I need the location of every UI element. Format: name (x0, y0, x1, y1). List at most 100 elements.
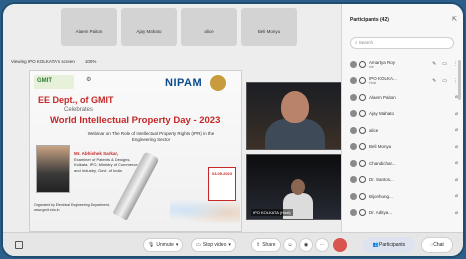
mic-muted-icon[interactable]: ⌀ (455, 144, 458, 150)
chat-label: Chat (433, 242, 444, 248)
participant-row[interactable]: Ajay Mahato ⌀ (350, 106, 460, 123)
row-icons: ⌀ (455, 160, 458, 166)
speaker-details: Examiner of Patents & Designs, Kolkata, … (74, 156, 138, 173)
stage-area: Alaem Paiton Ajay Mahato alice Beli Mony… (3, 4, 342, 256)
role-icon (359, 110, 366, 118)
participant-row[interactable]: Dr. Aditya... ⌀ (350, 205, 460, 222)
participant-name: Chandichar... (369, 160, 396, 166)
role-icon (359, 176, 366, 184)
row-icons: ⌀ (455, 127, 458, 133)
row-icons: ⌀ (455, 111, 458, 117)
participant-row[interactable]: Dr. Santos... ⌀ (350, 172, 460, 189)
camera-icon[interactable]: ▭ (442, 78, 447, 84)
unmute-button[interactable]: 🎙 Unmute ▾ (143, 238, 184, 252)
popout-icon[interactable]: ⇱ (452, 16, 457, 23)
viewing-bar: Viewing IPO KOLKATA's screen 100% (11, 59, 96, 64)
chevron-down-icon: ▾ (175, 242, 179, 248)
participant-row[interactable]: IPO KOLKA... Host ✎ ▭ ⋮ (350, 73, 460, 90)
chat-button[interactable]: ◌ Chat (421, 237, 453, 253)
mic-muted-icon[interactable]: ⌀ (455, 193, 458, 199)
search-placeholder: Search (358, 40, 374, 45)
avatar (350, 126, 357, 134)
role-icon (359, 159, 366, 167)
participant-name: Bijonhung... (369, 193, 393, 199)
mic-muted-icon[interactable]: ⌀ (455, 111, 458, 117)
more-icon: ⋯ (319, 242, 325, 248)
row-icons: ✎ ▭ ⋮ (432, 61, 458, 67)
role-icon (359, 93, 366, 101)
avatar (350, 209, 357, 217)
participant-name: Dr. Santos... (369, 177, 394, 183)
row-icons: ⌀ (455, 177, 458, 183)
mic-icon[interactable]: ✎ (432, 61, 436, 67)
role-icon (359, 143, 366, 151)
participant-row[interactable]: Chandichar... ⌀ (350, 155, 460, 172)
leave-button[interactable] (333, 238, 347, 252)
reactions-button[interactable]: ☺ (283, 238, 297, 252)
share-icon: ⇪ (256, 242, 261, 248)
share-button[interactable]: ⇪ Share (251, 238, 281, 252)
slide-event: World Intellectual Property Day - 2023 (50, 115, 221, 126)
speaker-photo (36, 145, 70, 193)
participant-row[interactable]: Amartya Roy me ✎ ▭ ⋮ (350, 56, 460, 73)
strip-tile[interactable]: Beli Monyu (241, 8, 297, 46)
stop-video-button[interactable]: ▭ Stop video ▾ (191, 238, 236, 252)
participant-name: Dr. Aditya... (369, 210, 393, 216)
nipam-logo: NIPAM (165, 77, 203, 89)
zoom-level[interactable]: 100% (85, 59, 97, 64)
participants-button[interactable]: 👥 Participants (363, 237, 415, 253)
mic-muted-icon[interactable]: ⌀ (455, 177, 458, 183)
more-icon[interactable]: ⋮ (453, 78, 458, 84)
layout-grid-icon[interactable] (15, 241, 23, 249)
row-icons: ⌀ (455, 94, 458, 100)
avatar (350, 143, 357, 151)
mic-muted-icon[interactable]: ⌀ (455, 160, 458, 166)
record-button[interactable]: ◉ (299, 238, 313, 252)
participants-label: Participants (379, 242, 406, 248)
more-button[interactable]: ⋯ (315, 238, 329, 252)
video-tile[interactable]: IPO KOLKATA (Host) (246, 154, 342, 220)
camera-icon[interactable]: ▭ (442, 61, 447, 67)
avatar (350, 110, 357, 118)
role-icon (359, 192, 366, 200)
speaker-name: Mr. Abhishek Sarkar, (74, 151, 119, 156)
avatar (350, 159, 357, 167)
avatar (350, 192, 357, 200)
search-input[interactable]: ⌕ Search (350, 37, 454, 49)
participant-name: Alaem Paiton (369, 94, 396, 100)
meeting-toolbar: 🎙 Unmute ▾ ▭ Stop video ▾ ⇪ Share ☺ ◉ ⋯ … (3, 232, 463, 256)
row-icons: ⌀ (455, 193, 458, 199)
viewing-label: Viewing IPO KOLKATA's screen (11, 59, 75, 64)
participant-name: alice (369, 127, 379, 133)
event-date: 03.05.2023 (208, 167, 236, 201)
mic-muted-icon[interactable]: ⌀ (455, 127, 458, 133)
mic-icon[interactable]: ✎ (432, 78, 436, 84)
participant-row[interactable]: Beli Monyu ⌀ (350, 139, 460, 156)
person-head (291, 179, 305, 195)
chevron-down-icon: ▾ (228, 242, 231, 248)
participant-row[interactable]: Bijonhung... ⌀ (350, 188, 460, 205)
more-icon[interactable]: ⋮ (453, 61, 458, 67)
stop-video-label: Stop video (202, 242, 227, 248)
row-icons: ⌀ (455, 210, 458, 216)
mic-muted-icon[interactable]: ⌀ (455, 210, 458, 216)
camera-icon: ▭ (196, 242, 201, 248)
video-tile[interactable] (246, 82, 342, 150)
slide-subtitle: Celebrates (64, 107, 94, 113)
unmute-label: Unmute (156, 242, 174, 248)
strip-tile[interactable]: Alaem Paiton (61, 8, 117, 46)
person-figure (265, 119, 325, 149)
strip-tile[interactable]: Ajay Mahato (121, 8, 177, 46)
strip-tile-name: Ajay Mahato (136, 29, 162, 34)
meeting-window: Alaem Paiton Ajay Mahato alice Beli Mony… (3, 4, 463, 256)
strip-tile[interactable]: alice (181, 8, 237, 46)
participant-row[interactable]: Alaem Paiton ⌀ (350, 89, 460, 106)
emblem-icon (210, 75, 226, 91)
participants-list: Amartya Roy me ✎ ▭ ⋮ IPO KOLKA... Host ✎ (350, 56, 460, 221)
participant-strip: Alaem Paiton Ajay Mahato alice Beli Mony… (61, 8, 297, 48)
organized-by: Organized by Electrical Engineering Depa… (34, 203, 110, 212)
gmit-logo: GMIT (34, 75, 74, 89)
role-icon (359, 126, 366, 134)
mic-muted-icon[interactable]: ⌀ (455, 94, 458, 100)
participant-row[interactable]: alice ⌀ (350, 122, 460, 139)
